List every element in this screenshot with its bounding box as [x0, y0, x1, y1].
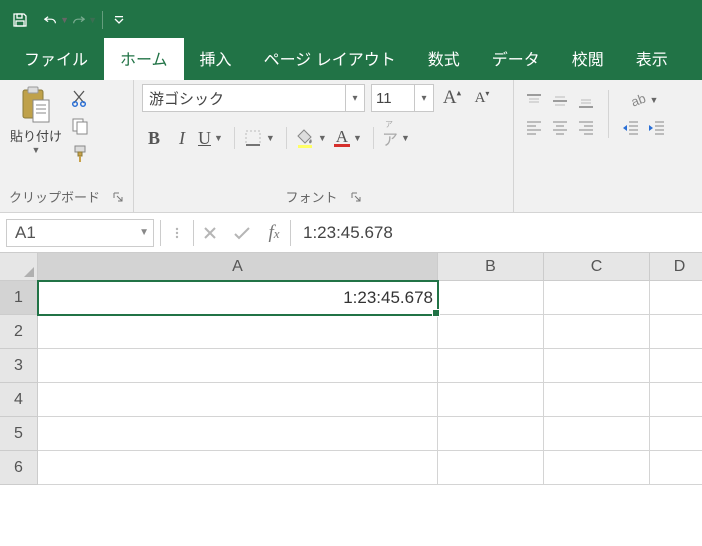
- tab-insert[interactable]: 挿入: [184, 38, 248, 80]
- row-header-1[interactable]: 1: [0, 281, 38, 315]
- cell-A1[interactable]: 1:23:45.678: [38, 281, 438, 315]
- tab-view[interactable]: 表示: [620, 38, 684, 80]
- cell-C3[interactable]: [544, 349, 650, 383]
- insert-function-icon[interactable]: fx: [258, 217, 290, 249]
- increase-font-icon[interactable]: A▴: [440, 86, 464, 110]
- redo-button[interactable]: ▼: [72, 6, 100, 34]
- tab-review[interactable]: 校閲: [556, 38, 620, 80]
- phonetic-button[interactable]: アア▼: [382, 126, 413, 150]
- cell-D4[interactable]: [650, 383, 702, 417]
- cell-A6[interactable]: [38, 451, 438, 485]
- column-header-B[interactable]: B: [438, 253, 544, 281]
- paste-button[interactable]: 貼り付け ▼: [8, 84, 64, 155]
- underline-button[interactable]: U▼: [198, 126, 226, 150]
- formula-bar-row: A1 ▼ fx 1:23:45.678: [0, 213, 702, 253]
- tab-page-layout[interactable]: ページ レイアウト: [248, 38, 412, 80]
- ribbon: 貼り付け ▼ クリップボード 游ゴシック ▾: [0, 80, 702, 213]
- decrease-indent-icon[interactable]: [619, 116, 643, 140]
- cell-C1[interactable]: [544, 281, 650, 315]
- cell-B5[interactable]: [438, 417, 544, 451]
- name-box[interactable]: A1 ▼: [6, 219, 154, 247]
- orientation-button[interactable]: ab▼: [627, 88, 662, 112]
- cell-A3[interactable]: [38, 349, 438, 383]
- row-header-4[interactable]: 4: [0, 383, 38, 417]
- copy-icon[interactable]: [68, 114, 92, 138]
- undo-button[interactable]: ▼: [44, 6, 72, 34]
- enter-formula-icon[interactable]: [226, 217, 258, 249]
- tab-data[interactable]: データ: [476, 38, 556, 80]
- formula-dropdown-icon[interactable]: [161, 217, 193, 249]
- cell-D2[interactable]: [650, 315, 702, 349]
- font-size-value: 11: [372, 90, 414, 107]
- clipboard-group-label: クリップボード: [9, 187, 100, 206]
- cell-B6[interactable]: [438, 451, 544, 485]
- cell-D1[interactable]: [650, 281, 702, 315]
- row-header-5[interactable]: 5: [0, 417, 38, 451]
- paste-label: 貼り付け: [10, 126, 62, 145]
- bold-button[interactable]: B: [142, 126, 166, 150]
- cell-A4[interactable]: [38, 383, 438, 417]
- cell-B4[interactable]: [438, 383, 544, 417]
- font-size-dropdown[interactable]: ▾: [414, 85, 433, 111]
- align-center-icon[interactable]: [548, 115, 572, 139]
- quick-access-toolbar: ▼ ▼: [0, 0, 702, 40]
- tab-file[interactable]: ファイル: [8, 38, 104, 80]
- ribbon-tabstrip: ファイル ホーム 挿入 ページ レイアウト 数式 データ 校閲 表示: [0, 40, 702, 80]
- align-left-icon[interactable]: [522, 115, 546, 139]
- font-color-button[interactable]: A▼: [334, 126, 365, 150]
- font-group-label: フォント: [285, 187, 337, 206]
- cell-A2[interactable]: [38, 315, 438, 349]
- cell-B1[interactable]: [438, 281, 544, 315]
- cell-D6[interactable]: [650, 451, 702, 485]
- font-name-combo[interactable]: 游ゴシック ▾: [142, 84, 365, 112]
- formula-bar-input[interactable]: 1:23:45.678: [291, 223, 702, 243]
- column-header-C[interactable]: C: [544, 253, 650, 281]
- tab-home[interactable]: ホーム: [104, 38, 184, 80]
- align-bottom-icon[interactable]: [574, 89, 598, 113]
- font-name-value: 游ゴシック: [143, 88, 345, 109]
- cell-B2[interactable]: [438, 315, 544, 349]
- svg-text:ab: ab: [628, 91, 646, 110]
- cell-C4[interactable]: [544, 383, 650, 417]
- select-all-corner[interactable]: [0, 253, 38, 281]
- decrease-font-icon[interactable]: A▾: [470, 86, 494, 110]
- cell-D3[interactable]: [650, 349, 702, 383]
- font-dialog-launcher[interactable]: [350, 191, 362, 203]
- cell-D5[interactable]: [650, 417, 702, 451]
- row-header-2[interactable]: 2: [0, 315, 38, 349]
- save-icon[interactable]: [6, 6, 34, 34]
- cell-C6[interactable]: [544, 451, 650, 485]
- cell-C5[interactable]: [544, 417, 650, 451]
- fill-color-button[interactable]: ▼: [295, 126, 330, 150]
- font-name-dropdown[interactable]: ▾: [345, 85, 364, 111]
- clipboard-dialog-launcher[interactable]: [112, 191, 124, 203]
- column-header-D[interactable]: D: [650, 253, 702, 281]
- border-button[interactable]: ▼: [243, 126, 278, 150]
- italic-button[interactable]: I: [170, 126, 194, 150]
- tab-formulas[interactable]: 数式: [412, 38, 476, 80]
- align-middle-icon[interactable]: [548, 89, 572, 113]
- align-right-icon[interactable]: [574, 115, 598, 139]
- cell-A5[interactable]: [38, 417, 438, 451]
- customize-qat-button[interactable]: [105, 6, 133, 34]
- row-header-3[interactable]: 3: [0, 349, 38, 383]
- font-size-combo[interactable]: 11 ▾: [371, 84, 434, 112]
- align-top-icon[interactable]: [522, 89, 546, 113]
- row-header-6[interactable]: 6: [0, 451, 38, 485]
- format-painter-icon[interactable]: [68, 142, 92, 166]
- name-box-value: A1: [15, 223, 36, 243]
- cut-icon[interactable]: [68, 86, 92, 110]
- cell-B3[interactable]: [438, 349, 544, 383]
- increase-indent-icon[interactable]: [645, 116, 669, 140]
- column-header-A[interactable]: A: [38, 253, 438, 281]
- cancel-formula-icon[interactable]: [194, 217, 226, 249]
- cell-C2[interactable]: [544, 315, 650, 349]
